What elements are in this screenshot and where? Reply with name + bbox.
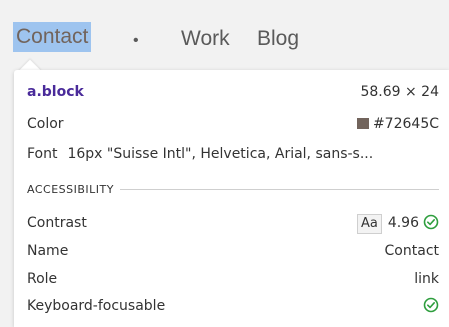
font-value: 16px "Suisse Intl", Helvetica, Arial, sa… <box>67 146 374 162</box>
contrast-value-group: Aa 4.96 <box>356 213 439 236</box>
nav-link-blog[interactable]: Blog <box>257 27 299 51</box>
color-value-group: #72645C <box>356 114 439 134</box>
nav-link-work[interactable]: Work <box>181 27 230 51</box>
color-label: Color <box>27 116 64 132</box>
font-row: Font 16px "Suisse Intl", Helvetica, Arial… <box>27 144 439 164</box>
role-row: Role link <box>27 269 439 289</box>
keyboard-focusable-label: Keyboard-focusable <box>27 298 166 314</box>
name-row: Name Contact <box>27 241 439 261</box>
inspect-tooltip: a.block 58.69 × 24 Color #72645C Font 16p… <box>14 70 449 327</box>
section-divider <box>119 188 439 190</box>
element-dimensions: 58.69 × 24 <box>360 84 439 100</box>
accessibility-section-header: ACCESSIBILITY <box>27 181 439 197</box>
accessibility-section-title: ACCESSIBILITY <box>27 182 114 196</box>
role-label: Role <box>27 271 58 287</box>
name-label: Name <box>27 243 69 259</box>
check-circle-icon <box>423 297 439 319</box>
contrast-badge: Aa <box>356 214 382 234</box>
nav-link-contact[interactable]: Contact <box>13 22 92 52</box>
keyboard-row: Keyboard-focusable <box>27 296 439 316</box>
check-circle-icon <box>423 214 439 236</box>
color-swatch-icon <box>356 118 369 129</box>
contrast-value: 4.96 <box>387 215 419 231</box>
contrast-row: Contrast Aa 4.96 <box>27 213 439 236</box>
font-label: Font <box>27 146 58 162</box>
contrast-label: Contrast <box>27 215 87 231</box>
color-row: Color #72645C <box>27 114 439 134</box>
nav-separator-dot: • <box>133 32 139 49</box>
name-value: Contact <box>384 243 439 259</box>
role-value: link <box>414 271 439 287</box>
site-nav: Contact • Work Blog <box>0 0 449 62</box>
keyboard-check-group <box>423 296 439 319</box>
element-selector: a.block <box>27 84 84 100</box>
tooltip-header-row: a.block 58.69 × 24 <box>27 82 439 102</box>
color-value: #72645C <box>372 116 439 132</box>
